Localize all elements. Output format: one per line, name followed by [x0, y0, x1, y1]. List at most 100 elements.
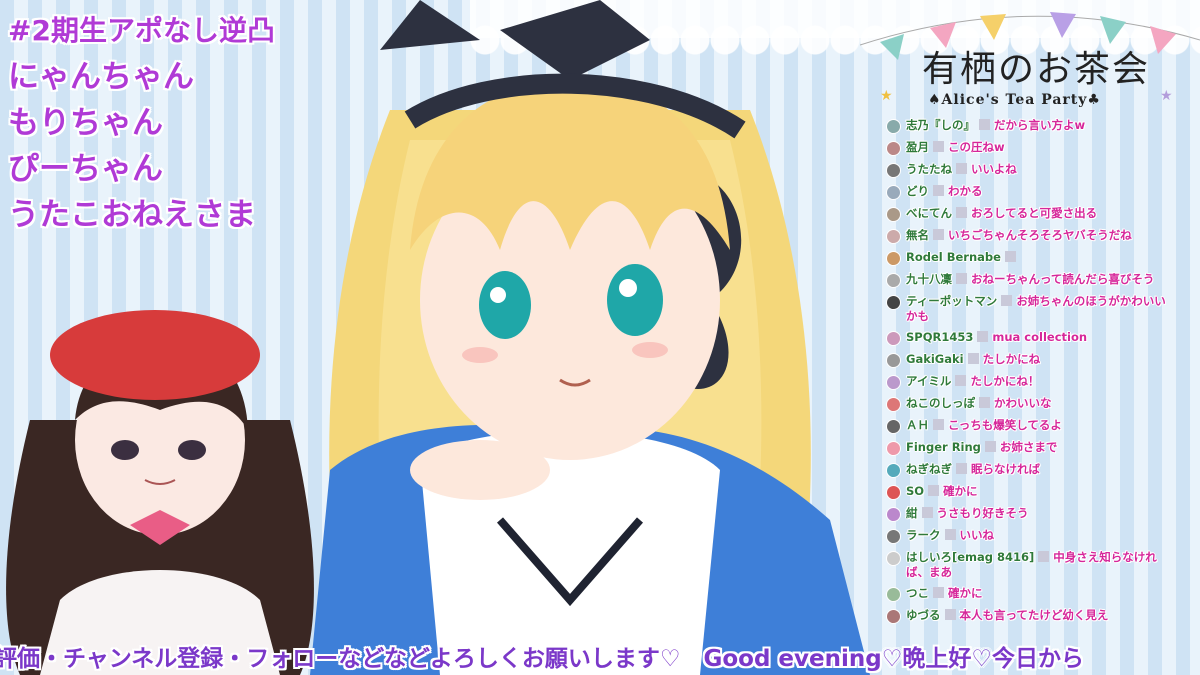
- chat-message: 九十八凜 おねーちゃんって読んだら喜びそう: [886, 272, 1186, 288]
- chat-message: ＡＨ こっちも爆笑してるよ: [886, 418, 1186, 434]
- chat-message-text: だから言い方よw: [994, 118, 1086, 132]
- chat-author-name: 志乃『しの』: [906, 118, 975, 132]
- member-badge-icon: [933, 229, 944, 240]
- chat-message: GakiGaki たしかにね: [886, 352, 1186, 368]
- member-badge-icon: [944, 609, 956, 620]
- chat-message-text: こっちも爆笑してるよ: [948, 418, 1062, 432]
- chat-message-text: おねーちゃんって読んだら喜びそう: [971, 272, 1155, 286]
- chat-message: 紺 うさもり好きそう: [886, 506, 1186, 522]
- chat-message-text: いいよね: [971, 162, 1017, 176]
- member-badge-icon: [933, 587, 944, 598]
- chat-message-text: mua collection: [992, 330, 1088, 344]
- chat-avatar-icon: [886, 163, 901, 178]
- chat-message: 盈月 この圧ねw: [886, 140, 1186, 156]
- chat-message: べにてん おろしてると可愛さ出る: [886, 206, 1186, 222]
- chat-message-text: わかる: [948, 184, 983, 198]
- chat-avatar-icon: [886, 273, 901, 288]
- chat-message-text: いいね: [959, 528, 995, 542]
- chat-author-name: ねぎねぎ: [906, 462, 952, 476]
- member-badge-icon: [921, 507, 933, 518]
- topic-item: うたこおねえさま: [8, 197, 256, 233]
- chat-message: うたたね いいよね: [886, 162, 1186, 178]
- member-badge-icon: [979, 119, 990, 130]
- stream-scene: #2期生アポなし逆凸 にゃんちゃん もりちゃん ぴーちゃん うたこおねえさま ★…: [0, 0, 1200, 675]
- chat-message: SO 確かに: [886, 484, 1186, 500]
- chat-message-text: この圧ねw: [948, 140, 1005, 154]
- member-badge-icon: [979, 397, 990, 408]
- chat-author-name: うたたね: [906, 162, 952, 176]
- chat-author-name: ラーク: [906, 528, 941, 542]
- topic-item: もりちゃん: [8, 105, 163, 141]
- chat-message: 無名 いちごちゃんそろそろヤバそうだね: [886, 228, 1186, 244]
- chat-author-name: 盈月: [906, 140, 929, 154]
- chat-message: ねぎねぎ 眠らなければ: [886, 462, 1186, 478]
- chat-message: ゆづる 本人も言ってたけど幼く見え: [886, 608, 1186, 624]
- chat-message: 志乃『しの』 だから言い方よw: [886, 118, 1186, 134]
- chat-message: はしいろ[emag 8416] 中身さえ知らなければ、まあ: [886, 550, 1186, 580]
- chat-message: ティーポットマン お姉ちゃんのほうがかわいいかも: [886, 294, 1186, 324]
- chat-author-name: 九十八凜: [906, 272, 952, 286]
- member-badge-icon: [933, 185, 944, 196]
- member-badge-icon: [977, 331, 989, 342]
- chat-message-text: いちごちゃんそろそろヤバそうだね: [948, 228, 1132, 242]
- chat-avatar-icon: [886, 551, 901, 566]
- member-badge-icon: [956, 273, 967, 284]
- chat-avatar-icon: [886, 463, 901, 478]
- logo-title: 有栖のお茶会: [922, 49, 1151, 90]
- chat-avatar-icon: [886, 331, 901, 346]
- live-chat: 志乃『しの』 だから言い方よw 盈月 この圧ねw うたたね いいよねどり わかるべにてん おろ…: [886, 118, 1186, 630]
- member-badge-icon: [1038, 551, 1050, 562]
- chat-author-name: ねこのしっぽ: [906, 396, 975, 410]
- member-badge-icon: [984, 441, 996, 452]
- chat-message: SPQR1453 mua collection: [886, 330, 1186, 346]
- member-badge-icon: [967, 353, 979, 364]
- chat-avatar-icon: [886, 119, 901, 134]
- topic-heading: #2期生アポなし逆凸: [8, 14, 275, 47]
- member-badge-icon: [933, 141, 944, 152]
- member-badge-icon: [955, 375, 967, 386]
- chat-author-name: Rodel Bernabe: [906, 250, 1001, 264]
- member-badge-icon: [956, 463, 967, 474]
- chat-author-name: ゆづる: [906, 608, 941, 622]
- member-badge-icon: [928, 485, 940, 496]
- member-badge-icon: [956, 207, 967, 218]
- member-badge-icon: [1001, 295, 1013, 306]
- bottom-ticker: 評価・チャンネル登録・フォローなどなどよろしくお願いします♡ Good even…: [0, 635, 1200, 675]
- chat-avatar-icon: [886, 507, 901, 522]
- chat-author-name: ティーポットマン: [906, 294, 998, 308]
- chat-message-text: かわいいな: [994, 396, 1052, 410]
- chat-message: Finger Ring お姉さまで: [886, 440, 1186, 456]
- chat-message-text: 確かに: [943, 484, 978, 498]
- topic-item: にゃんちゃん: [8, 59, 194, 95]
- chat-avatar-icon: [886, 609, 901, 624]
- chat-avatar-icon: [886, 353, 901, 368]
- chat-author-name: GakiGaki: [906, 352, 964, 366]
- chat-author-name: どり: [906, 184, 929, 198]
- chat-author-name: アイミル: [906, 374, 952, 388]
- chat-author-name: SPQR1453: [906, 330, 974, 344]
- chat-author-name: ＡＨ: [906, 418, 929, 432]
- chat-avatar-icon: [886, 375, 901, 390]
- chat-message: どり わかる: [886, 184, 1186, 200]
- chat-author-name: SO: [906, 484, 925, 498]
- chat-avatar-icon: [886, 185, 901, 200]
- chat-message-text: 本人も言ってたけど幼く見え: [959, 608, 1109, 622]
- logo-subtitle: ♠Alice's Tea Party♣: [928, 92, 1101, 108]
- member-badge-icon: [1004, 251, 1016, 262]
- chat-message: Rodel Bernabe: [886, 250, 1186, 266]
- chat-author-name: 無名: [906, 228, 929, 242]
- chat-author-name: べにてん: [906, 206, 952, 220]
- chat-message: ラーク いいね: [886, 528, 1186, 544]
- topic-list: #2期生アポなし逆凸 にゃんちゃん もりちゃん ぴーちゃん うたこおねえさま: [8, 8, 275, 238]
- vtuber-avatar: [6, 310, 314, 675]
- chat-avatar-icon: [886, 419, 901, 434]
- topic-item: ぴーちゃん: [8, 151, 163, 187]
- chat-author-name: つこ: [906, 586, 929, 600]
- member-badge-icon: [933, 419, 944, 430]
- alice-character-illustration: [310, 0, 870, 675]
- chat-message-text: うさもり好きそう: [936, 506, 1029, 520]
- svg-text:★: ★: [880, 88, 893, 104]
- chat-message: ねこのしっぽ かわいいな: [886, 396, 1186, 412]
- chat-message-text: おろしてると可愛さ出る: [971, 206, 1098, 220]
- chat-avatar-icon: [886, 485, 901, 500]
